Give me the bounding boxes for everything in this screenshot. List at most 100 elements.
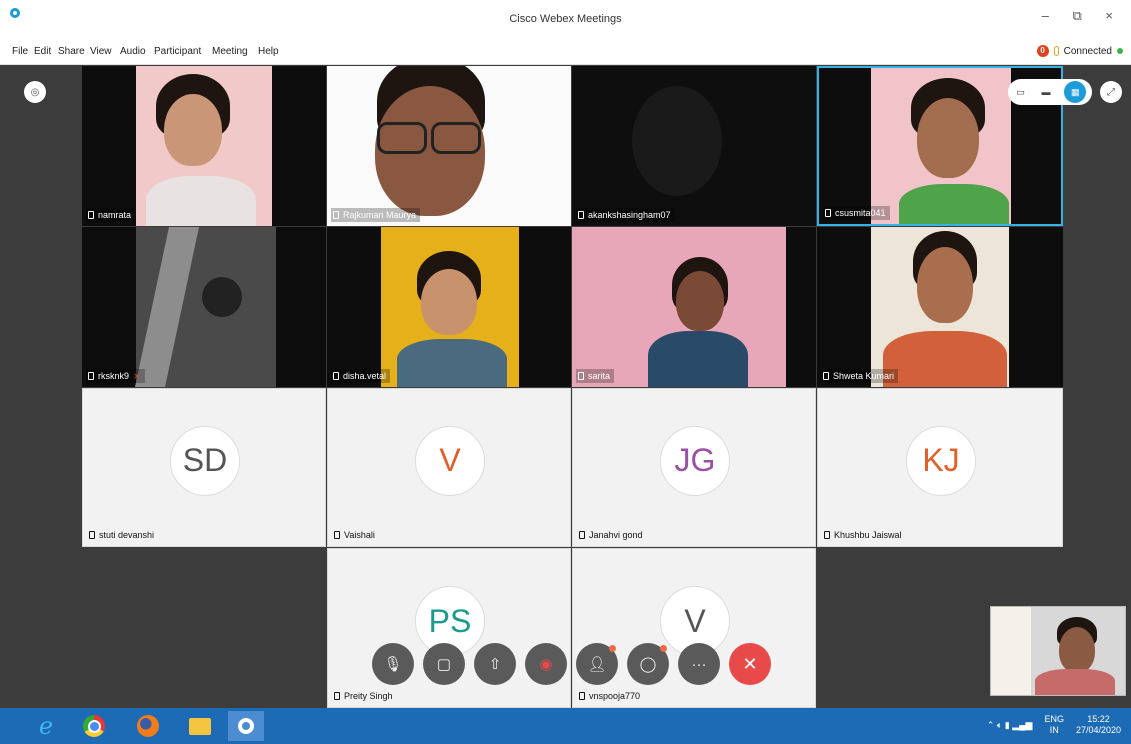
firefox-icon[interactable]: [130, 711, 166, 741]
avatar-tile[interactable]: SD stuti devanshi: [82, 388, 326, 547]
participant-device-icon: [88, 372, 94, 380]
file-explorer-icon[interactable]: [182, 711, 218, 741]
webex-taskbar-icon[interactable]: [228, 711, 264, 741]
mic-status-icon: [1053, 46, 1059, 56]
ie-icon[interactable]: e: [28, 711, 64, 741]
avatar: KJ: [906, 425, 976, 496]
avatar-tile[interactable]: V Vaishali: [327, 388, 571, 547]
close-icon: ✕: [742, 653, 758, 674]
record-button[interactable]: ◉: [525, 643, 567, 685]
video-tile[interactable]: Shweta Kumari: [817, 227, 1063, 387]
panel-toggle-button[interactable]: ◎: [24, 81, 46, 103]
menu-file[interactable]: File: [12, 46, 28, 57]
stop-video-button[interactable]: ▢: [423, 643, 465, 685]
mic-off-icon: 🎙︎: [383, 656, 403, 673]
layout-switcher: ▭ ▬ ▦: [1008, 79, 1092, 105]
avatar-tile[interactable]: JG Janahvi gond: [572, 388, 816, 547]
menu-bar: File Edit Share View Audio Participant M…: [0, 40, 1131, 65]
participant-device-icon: [579, 531, 585, 539]
video-tile[interactable]: akankshasingham07: [572, 66, 816, 226]
fullscreen-button[interactable]: ⤢: [1100, 81, 1122, 103]
chat-button[interactable]: ◯: [627, 643, 669, 685]
share-icon: ⇧: [488, 656, 502, 673]
participant-name: rksknk9: [98, 371, 130, 381]
participant-device-icon: [88, 211, 94, 219]
title-bar: Cisco Webex Meetings – ⧉ ×: [0, 0, 1131, 40]
participant-name-bar: Khushbu Jaiswal: [822, 528, 906, 542]
avatar-initials: SD: [182, 442, 228, 478]
system-tray: ⌃ 🔈︎ ▮ ▂▄▆ ENG IN 15:22 27/04/2020: [987, 714, 1121, 736]
taskbar: e ⌃ 🔈︎ ▮ ▂▄▆ ENG IN 15:22 27/04/2020: [0, 708, 1131, 744]
participants-icon: 👤︎: [587, 656, 607, 673]
stage-layout-icon[interactable]: ▭: [1014, 85, 1028, 99]
window-controls[interactable]: – ⧉ ×: [1042, 8, 1123, 24]
chrome-icon[interactable]: [76, 711, 112, 741]
participant-device-icon: [579, 692, 585, 700]
video-tile[interactable]: sarita: [572, 227, 816, 387]
menu-view[interactable]: View: [90, 46, 112, 57]
leave-meeting-button[interactable]: ✕: [729, 643, 771, 685]
participant-device-icon: [334, 692, 340, 700]
video-tile[interactable]: disha.vetal: [327, 227, 571, 387]
share-button[interactable]: ⇧: [474, 643, 516, 685]
participant-name-bar: sarita: [576, 369, 615, 383]
connection-status: 0 Connected: [1036, 45, 1123, 57]
chat-badge: [660, 645, 667, 652]
participant-name: csusmita041: [835, 208, 886, 218]
participant-name: Preity Singh: [344, 691, 393, 701]
participant-name: Khushbu Jaiswal: [834, 530, 902, 540]
participant-name: sarita: [588, 371, 611, 381]
participant-device-icon: [825, 209, 831, 217]
tray-icons[interactable]: ⌃ 🔈︎ ▮ ▂▄▆: [987, 720, 1033, 731]
participant-name-bar: disha.vetal: [331, 369, 391, 383]
avatar: JG: [660, 425, 730, 496]
participant-name-bar: rksknk9 ⨯: [86, 369, 145, 383]
video-tile[interactable]: rksknk9 ⨯: [82, 227, 326, 387]
side-layout-icon[interactable]: ▬: [1039, 85, 1053, 99]
participant-name: Rajkumari Maurya: [343, 210, 417, 220]
menu-participant[interactable]: Participant: [154, 46, 201, 57]
participant-name-bar: namrata: [86, 208, 136, 222]
menu-meeting[interactable]: Meeting: [212, 46, 248, 57]
avatar: V: [415, 425, 485, 496]
participant-device-icon: [333, 211, 339, 219]
participant-name: vnspooja770: [589, 691, 641, 701]
participant-name-bar: Rajkumari Maurya: [331, 208, 421, 222]
participant-name: disha.vetal: [343, 371, 387, 381]
more-options-button[interactable]: ···: [678, 643, 720, 685]
participant-name: akankshasingham07: [588, 210, 671, 220]
participants-button[interactable]: 👤︎: [576, 643, 618, 685]
participant-device-icon: [89, 531, 95, 539]
connected-dot-icon: [1117, 48, 1123, 54]
participant-name-bar: Preity Singh: [332, 689, 397, 703]
mute-button[interactable]: 🎙︎: [372, 643, 414, 685]
participant-name-bar: Janahvi gond: [577, 528, 647, 542]
avatar-initials: KJ: [922, 442, 960, 478]
participant-name-bar: akankshasingham07: [576, 208, 675, 222]
menu-audio[interactable]: Audio: [120, 46, 146, 57]
grid-layout-icon[interactable]: ▦: [1064, 81, 1087, 103]
video-tile[interactable]: Rajkumari Maurya: [327, 66, 571, 226]
chat-icon: ◯: [639, 656, 657, 673]
avatar-initials: JG: [674, 442, 716, 478]
participant-name-bar: vnspooja770: [577, 689, 644, 703]
avatar-initials: V: [439, 442, 461, 478]
participant-name: Janahvi gond: [589, 530, 643, 540]
participant-name: namrata: [98, 210, 132, 220]
notification-badge[interactable]: 0: [1036, 45, 1049, 57]
connection-status-text: Connected: [1063, 45, 1112, 57]
record-icon: ◉: [539, 656, 553, 673]
menu-share[interactable]: Share: [58, 46, 85, 57]
clock[interactable]: 15:22 27/04/2020: [1076, 714, 1121, 736]
menu-edit[interactable]: Edit: [34, 46, 51, 57]
meeting-controls: 🎙︎ ▢ ⇧ ◉ 👤︎ ◯ ··· ✕: [372, 643, 771, 685]
participant-device-icon: [824, 531, 830, 539]
participant-name-bar: Vaishali: [332, 528, 379, 542]
avatar-tile[interactable]: KJ Khushbu Jaiswal: [817, 388, 1063, 547]
video-tile[interactable]: namrata: [82, 66, 326, 226]
participant-device-icon: [334, 531, 340, 539]
language-indicator[interactable]: ENG IN: [1044, 714, 1064, 736]
participant-name-bar: stuti devanshi: [87, 528, 158, 542]
menu-help[interactable]: Help: [258, 46, 279, 57]
self-view[interactable]: [990, 606, 1126, 696]
